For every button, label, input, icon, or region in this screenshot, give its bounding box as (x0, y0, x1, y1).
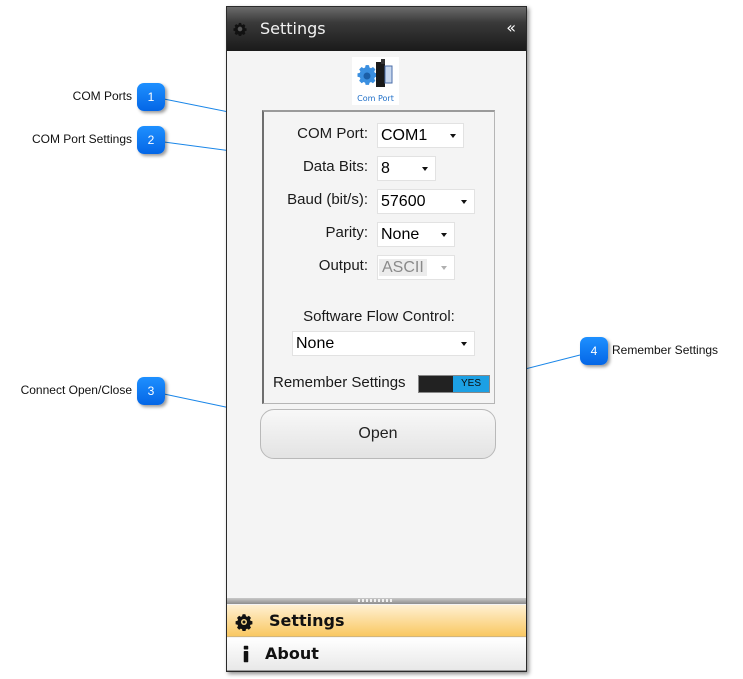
chevron-down-icon (441, 266, 447, 270)
callout-4-badge: 4 (580, 337, 608, 365)
parity-select[interactable]: None (377, 222, 455, 247)
parity-label: Parity: (325, 224, 368, 241)
parity-value: None (381, 226, 420, 243)
nav-item-settings[interactable]: Settings (227, 605, 526, 637)
gear-icon (233, 22, 247, 36)
callout-2-text: COM Port Settings (31, 132, 132, 146)
grip-icon (358, 599, 392, 602)
settings-panel: Settings « Com Port COM Port: COM1 Data … (226, 6, 527, 672)
callout-2-badge: 2 (137, 126, 165, 154)
chevron-down-icon (422, 167, 428, 171)
nav-item-about[interactable]: About (227, 638, 526, 671)
window-title: Settings (260, 19, 326, 38)
nav-item-label: Settings (269, 611, 345, 630)
com-port-value: COM1 (381, 127, 428, 144)
open-button[interactable]: Open (260, 409, 496, 459)
com-port-gear-icon (357, 59, 393, 87)
callout-4-text: Remember Settings (612, 343, 719, 357)
chevron-down-icon (441, 233, 447, 237)
splitter-handle[interactable] (227, 598, 526, 604)
nav-item-label: About (265, 644, 319, 663)
chevron-down-icon (461, 342, 467, 346)
data-bits-value: 8 (381, 160, 390, 177)
remember-settings-label: Remember Settings (273, 374, 406, 391)
collapse-button[interactable]: « (506, 18, 516, 37)
title-bar: Settings « (227, 7, 526, 51)
output-label: Output: (318, 257, 368, 274)
toggle-state: YES (453, 376, 489, 392)
output-value: ASCII (379, 259, 427, 276)
software-flow-control-label: Software Flow Control: (303, 308, 455, 325)
baud-value: 57600 (381, 193, 426, 210)
data-bits-select[interactable]: 8 (377, 156, 436, 181)
com-port-select[interactable]: COM1 (377, 123, 464, 148)
logo-caption: Com Port (357, 94, 394, 103)
chevron-down-icon (461, 200, 467, 204)
remember-settings-toggle[interactable]: YES (418, 375, 490, 393)
com-port-label: COM Port: (297, 125, 368, 142)
chevron-down-icon (450, 134, 456, 138)
software-flow-control-value: None (296, 335, 335, 352)
baud-label: Baud (bit/s): (287, 191, 368, 208)
info-icon (243, 645, 249, 663)
callout-1-text: COM Ports (72, 89, 132, 103)
callout-3-badge: 3 (137, 377, 165, 405)
data-bits-label: Data Bits: (302, 158, 368, 175)
callout-1-badge: 1 (137, 83, 165, 111)
software-flow-control-select[interactable]: None (292, 331, 475, 356)
callout-3-text: Connect Open/Close (20, 383, 132, 397)
output-select[interactable]: ASCII (377, 255, 455, 280)
gear-icon (235, 614, 253, 631)
baud-select[interactable]: 57600 (377, 189, 475, 214)
com-port-settings-group: COM Port: COM1 Data Bits: 8 Baud (bit/s)… (262, 110, 495, 404)
com-port-logo: Com Port (352, 57, 399, 105)
